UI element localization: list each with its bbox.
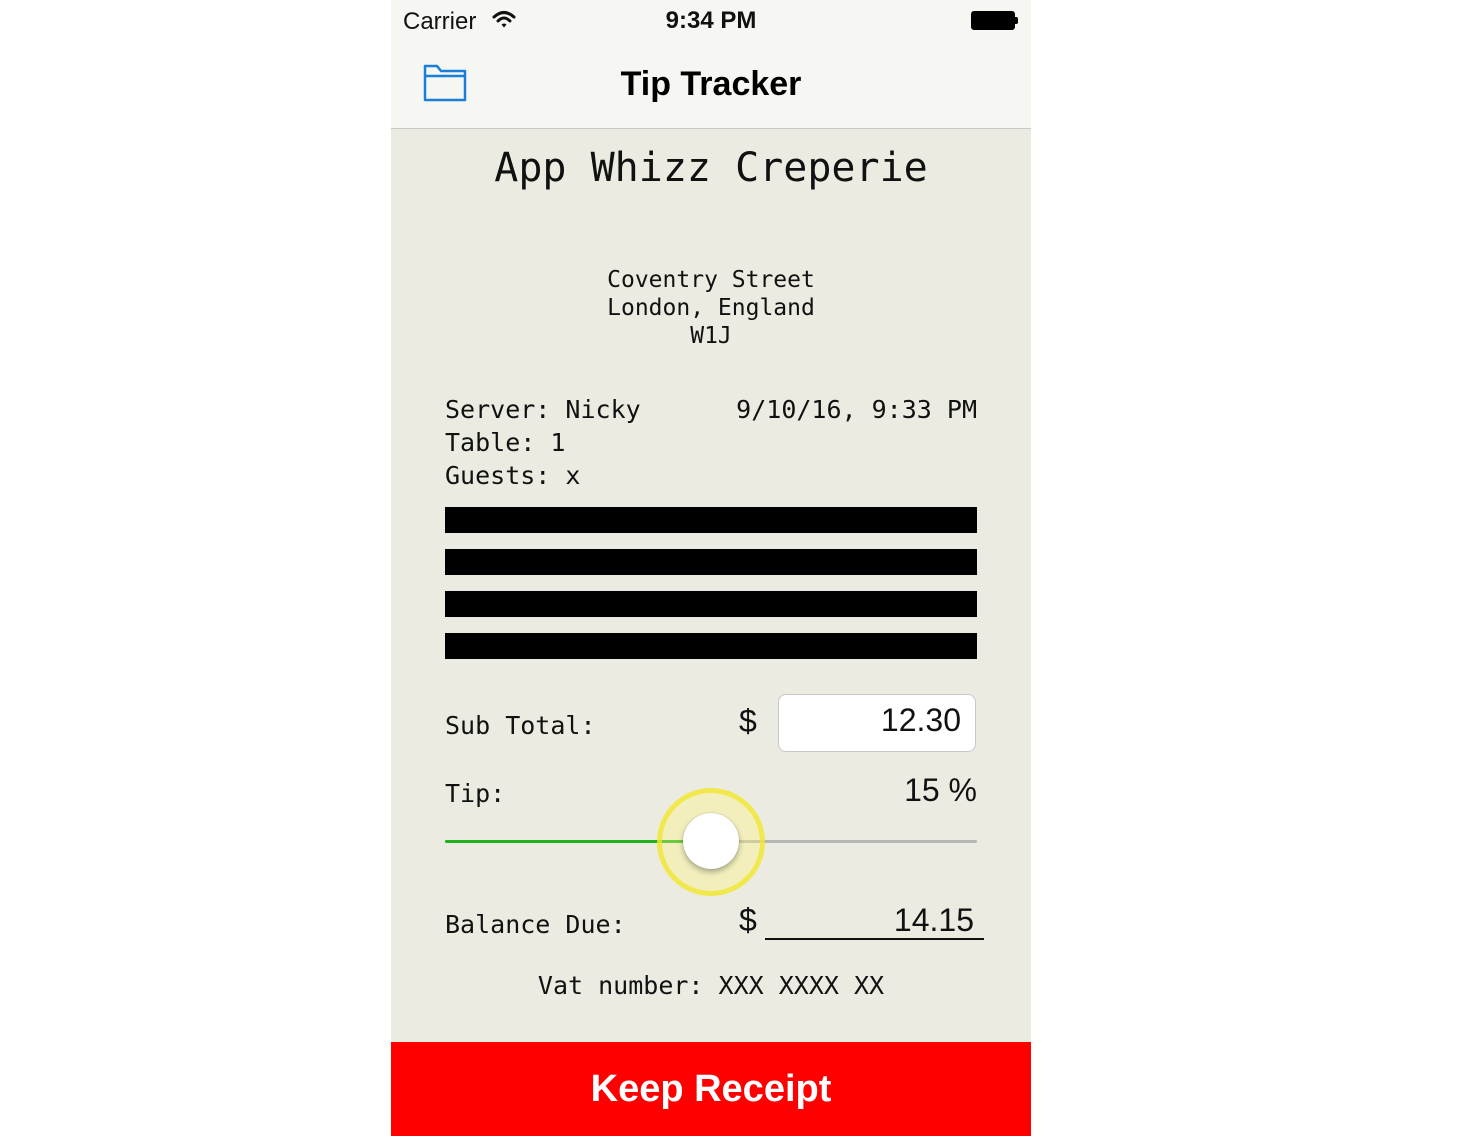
tip-percent-value: 15 % — [904, 772, 977, 808]
redacted-line — [445, 591, 977, 617]
tip-slider[interactable] — [445, 788, 977, 896]
table-label: Table: 1 — [445, 428, 566, 457]
address-line: W1J — [690, 323, 732, 349]
address-block: Coventry Street London, England W1J — [391, 266, 1031, 350]
vat-number: Vat number: XXX XXXX XX — [537, 971, 885, 1000]
balance-currency: $ — [739, 902, 757, 938]
receipt-datetime: 9/10/16, 9:33 PM — [736, 395, 977, 424]
balance-due-value: 14.15 — [765, 902, 984, 940]
subtotal-currency: $ — [739, 703, 757, 739]
slider-thumb[interactable] — [683, 813, 739, 869]
redacted-line — [445, 633, 977, 659]
tip-label: Tip: — [445, 779, 506, 808]
battery-icon — [971, 11, 1018, 30]
page-title: Tip Tracker — [620, 65, 802, 103]
phone-screen: Carrier 9:34 PM Tip Tracker App Whizz Cr… — [391, 0, 1031, 1136]
redacted-line — [445, 549, 977, 575]
server-label: Server: Nicky — [445, 395, 641, 424]
navigation-bar: Carrier 9:34 PM Tip Tracker — [391, 0, 1031, 129]
subtotal-input[interactable]: 12.30 — [778, 694, 976, 752]
guests-label: Guests: x — [445, 461, 581, 490]
subtotal-label: Sub Total: — [445, 711, 596, 740]
address-line: Coventry Street — [607, 267, 815, 293]
address-line: London, England — [607, 295, 815, 321]
balance-label: Balance Due: — [445, 910, 626, 939]
keep-receipt-button[interactable]: Keep Receipt — [391, 1042, 1031, 1136]
status-time: 9:34 PM — [665, 7, 757, 34]
redacted-line — [445, 507, 977, 533]
restaurant-name: App Whizz Creperie — [494, 145, 928, 191]
